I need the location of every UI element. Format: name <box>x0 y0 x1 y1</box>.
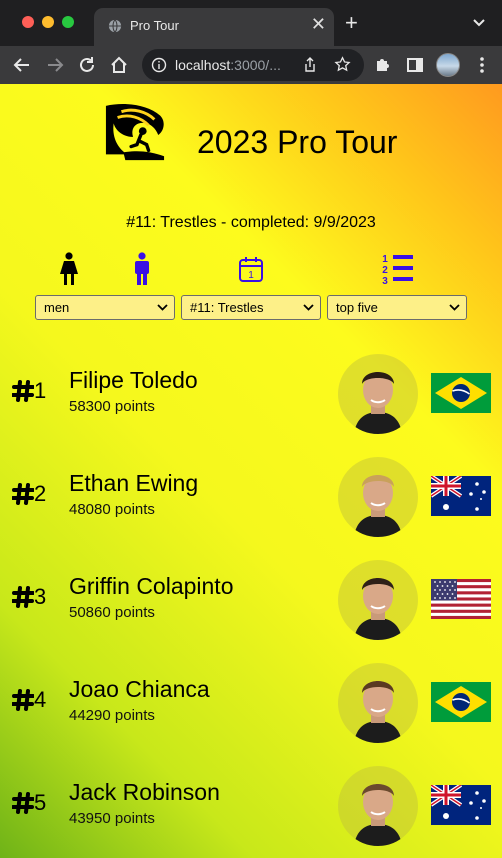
svg-text:2: 2 <box>382 265 388 276</box>
ranking-row-3[interactable]: 3 Griffin Colapinto 50860 points <box>0 560 502 660</box>
calendar-icon[interactable]: 1 <box>238 255 264 283</box>
surfer-photo <box>338 457 418 537</box>
brazil-flag-icon <box>431 373 491 413</box>
maximize-window-button[interactable] <box>62 16 74 28</box>
url-text: localhost:3000/... <box>175 57 281 73</box>
hashtag-icon <box>12 380 34 402</box>
site-info-icon[interactable] <box>151 57 167 73</box>
close-window-button[interactable] <box>22 16 34 28</box>
surfer-name: Griffin Colapinto <box>69 573 234 599</box>
chevron-down-icon <box>157 304 168 311</box>
surfer-name: Jack Robinson <box>69 779 220 805</box>
reload-icon[interactable] <box>77 55 97 75</box>
back-arrow-icon[interactable] <box>12 55 32 75</box>
page-title: 2023 Pro Tour <box>197 124 398 160</box>
tab-title: Pro Tour <box>130 18 179 33</box>
profile-avatar[interactable] <box>436 53 460 77</box>
bookmark-star-icon[interactable] <box>334 56 351 73</box>
gender-select-value: men <box>44 300 70 315</box>
url-path: :3000/... <box>230 57 281 73</box>
rank-number: 1 <box>34 378 47 403</box>
more-menu-icon[interactable] <box>472 55 492 75</box>
globe-icon <box>108 19 122 33</box>
surfer-points: 48080 points <box>69 501 155 518</box>
surfer-points: 43950 points <box>69 810 155 827</box>
url-host: localhost <box>175 57 231 73</box>
event-status: #11: Trestles - completed: 9/9/2023 <box>126 214 376 231</box>
browser-tab[interactable]: Pro Tour ✕ <box>94 8 334 46</box>
share-icon[interactable] <box>302 57 318 73</box>
rank-number: 5 <box>34 790 47 815</box>
browser-toolbar: localhost:3000/... <box>0 46 502 84</box>
event-select-value: #11: Trestles <box>190 300 264 315</box>
brazil-flag-icon <box>431 682 491 722</box>
surfer-points: 50860 points <box>69 604 155 621</box>
chevron-down-icon <box>303 304 314 311</box>
australia-flag-icon <box>431 476 491 516</box>
surfer-photo <box>338 560 418 640</box>
side-panel-icon[interactable] <box>405 55 425 75</box>
hashtag-icon <box>12 792 34 814</box>
surfer-photo <box>338 766 418 846</box>
hashtag-icon <box>12 586 34 608</box>
female-icon[interactable] <box>58 252 80 286</box>
ranking-row-2[interactable]: 2 Ethan Ewing 48080 points <box>0 457 502 557</box>
rank-number: 2 <box>34 481 47 506</box>
page-content: 2023 Pro Tour #11: Trestles - completed:… <box>0 84 502 858</box>
hashtag-icon <box>12 483 34 505</box>
ranking-row-1[interactable]: 1 Filipe Toledo 58300 points <box>0 354 502 454</box>
ranking-row-5[interactable]: 5 Jack Robinson 43950 points <box>0 766 502 858</box>
wave-surfer-logo <box>105 104 165 161</box>
svg-text:3: 3 <box>382 276 388 286</box>
close-tab-icon[interactable]: ✕ <box>311 15 326 33</box>
surfer-photo <box>338 354 418 434</box>
hashtag-icon <box>12 689 34 711</box>
usa-flag-icon <box>431 579 491 619</box>
surfer-name: Ethan Ewing <box>69 470 199 496</box>
ranked-list-icon[interactable]: 1 2 3 <box>380 252 414 286</box>
ranking-row-4[interactable]: 4 Joao Chianca 44290 points <box>0 663 502 763</box>
chevron-down-icon[interactable] <box>472 15 486 29</box>
surfer-points: 58300 points <box>69 398 155 415</box>
surfer-name: Joao Chianca <box>69 676 210 702</box>
male-icon[interactable] <box>131 252 153 286</box>
browser-titlebar: Pro Tour ✕ + <box>0 0 502 46</box>
address-bar[interactable]: localhost:3000/... <box>142 49 364 81</box>
new-tab-button[interactable]: + <box>345 12 358 34</box>
surfer-points: 44290 points <box>69 707 155 724</box>
rank-number: 4 <box>34 687 47 712</box>
svg-text:1: 1 <box>382 254 388 265</box>
home-icon[interactable] <box>109 55 129 75</box>
surfer-photo <box>338 663 418 743</box>
rank-number: 3 <box>34 584 47 609</box>
chevron-down-icon <box>449 304 460 311</box>
calendar-day: 1 <box>248 270 254 281</box>
australia-flag-icon <box>431 785 491 825</box>
limit-select-value: top five <box>336 300 378 315</box>
event-select[interactable]: #11: Trestles <box>181 295 321 320</box>
surfer-name: Filipe Toledo <box>69 367 198 393</box>
extensions-puzzle-icon[interactable] <box>373 55 393 75</box>
forward-arrow-icon[interactable] <box>45 55 65 75</box>
minimize-window-button[interactable] <box>42 16 54 28</box>
gender-select[interactable]: men <box>35 295 175 320</box>
limit-select[interactable]: top five <box>327 295 467 320</box>
